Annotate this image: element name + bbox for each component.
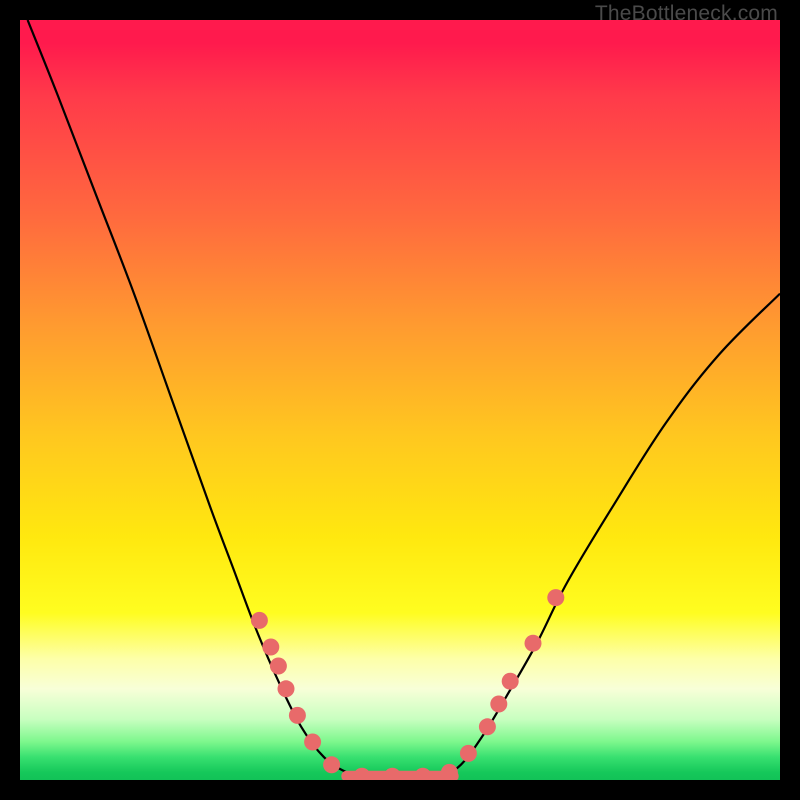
bottleneck-curve-right — [438, 294, 780, 780]
data-marker — [278, 680, 295, 697]
data-marker — [502, 673, 519, 690]
watermark-text: TheBottleneck.com — [595, 2, 778, 26]
plot-area — [20, 20, 780, 780]
data-marker — [304, 734, 321, 751]
data-marker — [460, 745, 477, 762]
curve-svg — [20, 20, 780, 780]
data-marker — [547, 589, 564, 606]
data-marker — [251, 612, 268, 629]
data-marker — [323, 756, 340, 773]
chart-frame: TheBottleneck.com — [0, 0, 800, 800]
data-marker — [354, 768, 371, 780]
data-marker — [384, 768, 401, 780]
data-marker — [441, 764, 458, 780]
data-marker — [270, 658, 287, 675]
data-marker — [289, 707, 306, 724]
marker-group — [251, 589, 564, 780]
data-marker — [262, 639, 279, 656]
data-marker — [414, 768, 431, 780]
data-marker — [490, 696, 507, 713]
data-marker — [525, 635, 542, 652]
data-marker — [479, 718, 496, 735]
bottleneck-curve-left — [28, 20, 370, 780]
